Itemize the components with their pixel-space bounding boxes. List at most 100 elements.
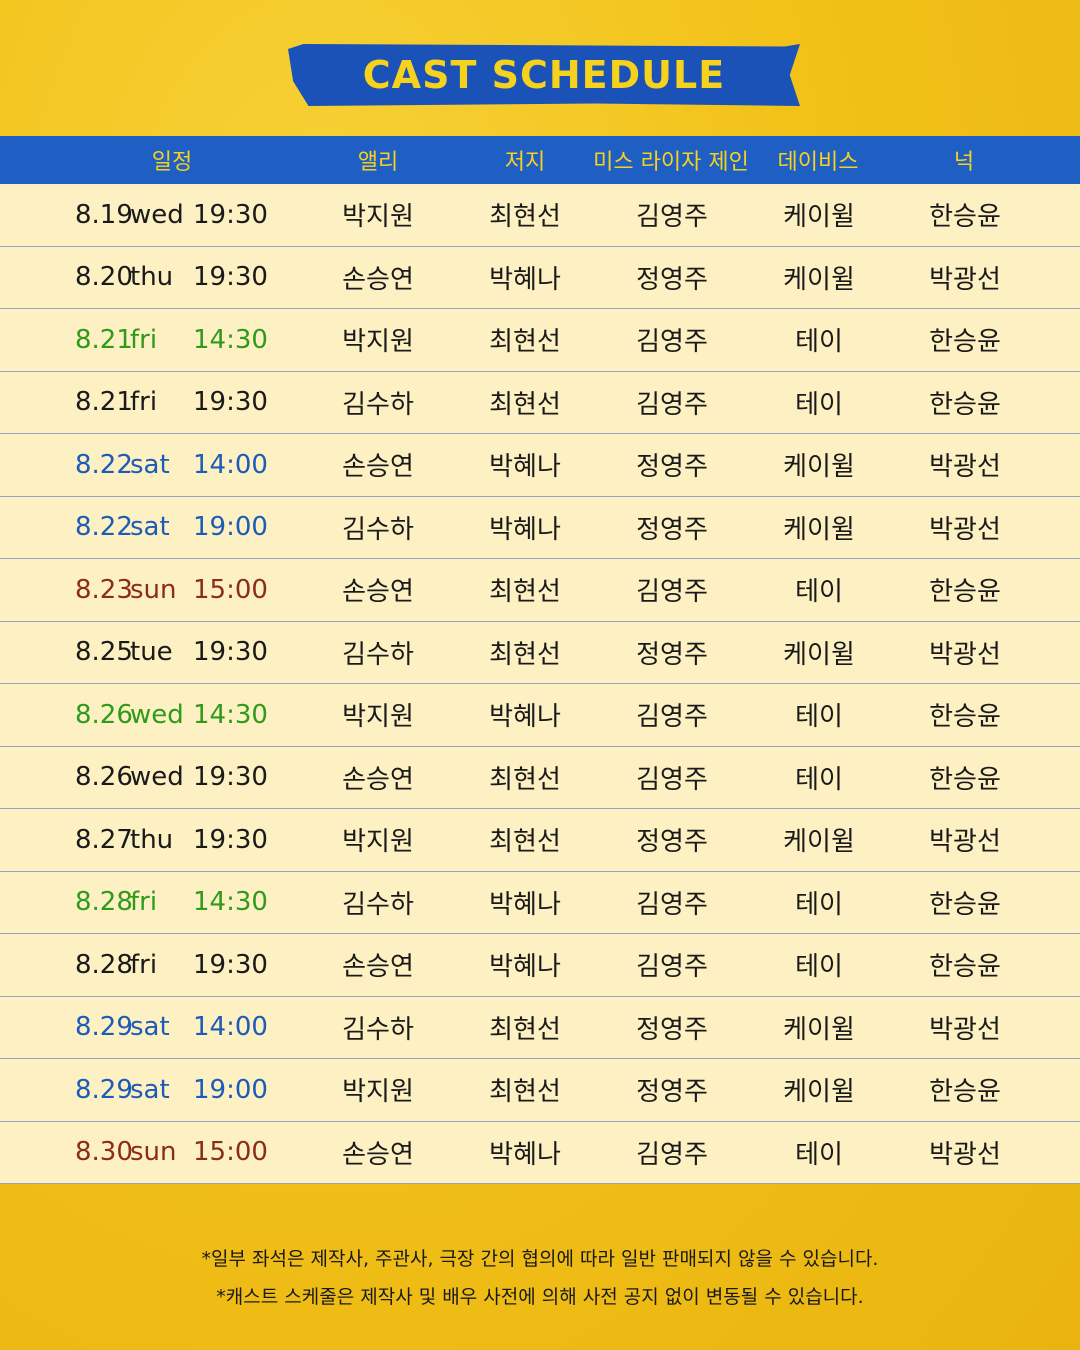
row-cast: 김영주 — [636, 327, 708, 358]
row-cast: 박혜나 — [489, 264, 561, 295]
row-cast: 최현선 — [489, 577, 561, 608]
row-cast: 한승윤 — [929, 389, 1001, 420]
row-cast: 김영주 — [636, 389, 708, 420]
row-cast: 손승연 — [342, 264, 414, 295]
row-cast: 최현선 — [489, 389, 561, 420]
row-day: tue — [130, 637, 173, 668]
row-cast: 박광선 — [929, 264, 1001, 295]
row-cast: 최현선 — [489, 639, 561, 670]
header-davis: 데이비스 — [777, 150, 859, 175]
row-cast: 최현선 — [489, 764, 561, 795]
row-day: sun — [130, 574, 177, 605]
row-cast: 테이 — [795, 1139, 843, 1170]
row-cast: 손승연 — [342, 1139, 414, 1170]
table-row: 8.29 sat 19:00 박지원 최현선 정영주 케이윌 한승윤 — [0, 1059, 1080, 1122]
row-time: 19:30 — [193, 637, 268, 668]
row-cast: 손승연 — [342, 952, 414, 983]
row-day: sat — [130, 1074, 170, 1105]
table-row: 8.20 thu 19:30 손승연 박혜나 정영주 케이윌 박광선 — [0, 247, 1080, 309]
row-day: thu — [130, 262, 174, 293]
row-cast: 한승윤 — [929, 889, 1001, 920]
row-cast: 케이윌 — [783, 452, 855, 483]
row-cast: 김영주 — [636, 1139, 708, 1170]
table-row: 8.26 wed 14:30 박지원 박혜나 김영주 테이 한승윤 — [0, 684, 1080, 747]
row-cast: 박광선 — [929, 827, 1001, 858]
row-cast: 한승윤 — [929, 577, 1001, 608]
table-row: 8.19 wed 19:30 박지원 최현선 김영주 케이윌 한승윤 — [0, 184, 1080, 247]
row-cast: 최현선 — [489, 327, 561, 358]
row-cast: 케이윌 — [783, 1014, 855, 1045]
row-day: wed — [130, 199, 184, 230]
row-cast: 박광선 — [929, 514, 1001, 545]
row-cast: 케이윌 — [783, 827, 855, 858]
table-row: 8.25 tue 19:30 김수하 최현선 정영주 케이윌 박광선 — [0, 622, 1080, 684]
row-cast: 정영주 — [636, 452, 708, 483]
header-knock: 넉 — [953, 150, 975, 175]
row-cast: 손승연 — [342, 764, 414, 795]
row-cast: 박혜나 — [489, 889, 561, 920]
row-time: 19:30 — [193, 262, 268, 293]
table-row: 8.27 thu 19:30 박지원 최현선 정영주 케이윌 박광선 — [0, 809, 1080, 872]
row-cast: 김영주 — [636, 952, 708, 983]
row-cast: 테이 — [795, 702, 843, 733]
row-cast: 박광선 — [929, 1014, 1001, 1045]
row-cast: 최현선 — [489, 202, 561, 233]
row-cast: 정영주 — [636, 1014, 708, 1045]
row-cast: 김수하 — [342, 639, 414, 670]
row-cast: 테이 — [795, 889, 843, 920]
row-cast: 박지원 — [342, 1077, 414, 1108]
row-time: 19:00 — [193, 512, 268, 543]
row-cast: 정영주 — [636, 639, 708, 670]
row-cast: 박광선 — [929, 452, 1001, 483]
row-cast: 김수하 — [342, 1014, 414, 1045]
row-cast: 정영주 — [636, 1077, 708, 1108]
row-time: 15:00 — [193, 1137, 268, 1168]
row-cast: 테이 — [795, 577, 843, 608]
row-time: 14:30 — [193, 699, 268, 730]
table-row: 8.30 sun 15:00 손승연 박혜나 김영주 테이 박광선 — [0, 1122, 1080, 1184]
row-cast: 박혜나 — [489, 514, 561, 545]
row-day: thu — [130, 824, 174, 855]
row-cast: 박혜나 — [489, 952, 561, 983]
row-cast: 김수하 — [342, 389, 414, 420]
table-body: 8.19 wed 19:30 박지원 최현선 김영주 케이윌 한승윤 8.20 thu 19:30 손… — [0, 184, 1080, 1184]
footnotes: *일부 좌석은 제작사, 주관사, 극장 간의 협의에 따라 일반 판매되지 않… — [0, 1240, 1080, 1316]
row-cast: 한승윤 — [929, 764, 1001, 795]
row-cast: 테이 — [795, 764, 843, 795]
row-cast: 테이 — [795, 952, 843, 983]
row-cast: 최현선 — [489, 1077, 561, 1108]
row-time: 19:30 — [193, 387, 268, 418]
row-cast: 테이 — [795, 389, 843, 420]
row-time: 15:00 — [193, 574, 268, 605]
row-cast: 박지원 — [342, 202, 414, 233]
row-cast: 김영주 — [636, 764, 708, 795]
row-cast: 정영주 — [636, 827, 708, 858]
title-banner: CAST SCHEDULE — [288, 44, 800, 106]
row-cast: 김영주 — [636, 202, 708, 233]
row-time: 19:30 — [193, 824, 268, 855]
row-cast: 김수하 — [342, 514, 414, 545]
table-row: 8.21 fri 19:30 김수하 최현선 김영주 테이 한승윤 — [0, 372, 1080, 434]
table-row: 8.21 fri 14:30 박지원 최현선 김영주 테이 한승윤 — [0, 309, 1080, 372]
row-cast: 한승윤 — [929, 1077, 1001, 1108]
row-day: fri — [130, 949, 158, 980]
row-time: 14:00 — [193, 1012, 268, 1043]
row-day: fri — [130, 887, 158, 918]
row-cast: 케이윌 — [783, 264, 855, 295]
row-cast: 케이윌 — [783, 514, 855, 545]
row-cast: 최현선 — [489, 1014, 561, 1045]
row-time: 14:30 — [193, 887, 268, 918]
footnote-2: *캐스트 스케줄은 제작사 및 배우 사전에 의해 사전 공지 없이 변동될 수… — [216, 1286, 864, 1308]
row-cast: 김영주 — [636, 889, 708, 920]
row-cast: 한승윤 — [929, 202, 1001, 233]
row-cast: 박광선 — [929, 1139, 1001, 1170]
row-cast: 박지원 — [342, 702, 414, 733]
row-cast: 최현선 — [489, 827, 561, 858]
row-cast: 박혜나 — [489, 702, 561, 733]
row-cast: 김영주 — [636, 702, 708, 733]
table-row: 8.28 fri 14:30 김수하 박혜나 김영주 테이 한승윤 — [0, 872, 1080, 934]
row-cast: 박지원 — [342, 327, 414, 358]
row-day: wed — [130, 699, 184, 730]
row-time: 19:00 — [193, 1074, 268, 1105]
footnote-1: *일부 좌석은 제작사, 주관사, 극장 간의 협의에 따라 일반 판매되지 않… — [201, 1248, 879, 1270]
